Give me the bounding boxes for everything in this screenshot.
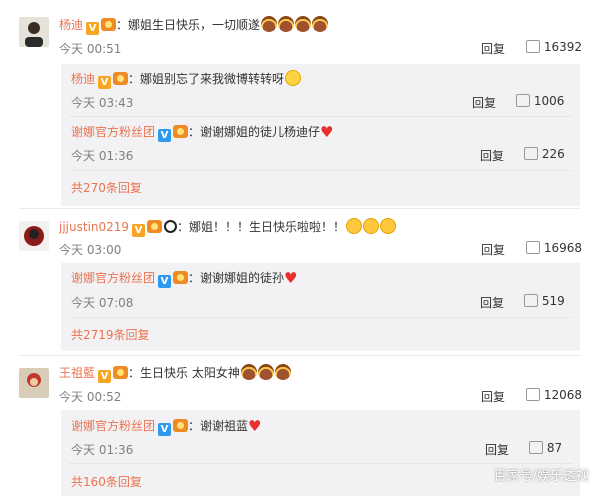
avatar-image xyxy=(19,17,49,47)
like-count: 16968 xyxy=(543,241,583,255)
like-count: 87 xyxy=(546,441,563,455)
comment-time: 今天 00:52 xyxy=(59,390,122,404)
reply-button[interactable]: 回复 xyxy=(480,294,504,311)
reply-button[interactable]: 回复 xyxy=(485,441,509,458)
like-count: 519 xyxy=(541,294,565,308)
member-badge-icon xyxy=(173,271,189,284)
avatar[interactable] xyxy=(19,221,49,251)
user-name-link[interactable]: 谢娜官方粉丝团 xyxy=(71,271,155,285)
reply-button[interactable]: 回复 xyxy=(472,94,496,111)
reply-time: 今天 07:08 xyxy=(71,296,134,310)
verified-badge-icon: V xyxy=(98,370,112,383)
reply-button[interactable]: 回复 xyxy=(481,241,505,258)
verified-badge-icon: V xyxy=(158,275,172,288)
reply-time: 今天 01:36 xyxy=(71,149,134,163)
member-badge-icon xyxy=(147,220,163,233)
user-name-link[interactable]: 王祖藍 xyxy=(59,366,95,380)
like-count: 226 xyxy=(541,147,565,161)
shy-emoji-icon xyxy=(346,218,363,234)
divider xyxy=(19,355,580,356)
comment-text: ：娜姐！！！生日快乐啦啦！！ xyxy=(177,220,346,234)
divider xyxy=(69,317,572,318)
reply-button[interactable]: 回复 xyxy=(480,147,504,164)
avatar-image xyxy=(19,368,49,398)
reply-text: ：谢谢祖蓝 xyxy=(188,419,249,433)
more-replies-link[interactable]: 共2719条回复 xyxy=(71,326,150,343)
verified-badge-icon: V xyxy=(86,22,100,35)
comment-time: 今天 03:00 xyxy=(59,243,122,257)
more-replies-link[interactable]: 共270条回复 xyxy=(71,179,142,196)
like-count: 1006 xyxy=(533,94,565,108)
thumbs-up-icon xyxy=(526,388,540,401)
more-replies-link[interactable]: 共160条回复 xyxy=(71,473,142,490)
grin-emoji-icon xyxy=(285,70,302,86)
comment-text: ：生日快乐 太阳女神 xyxy=(128,366,240,380)
user-name-link[interactable]: 杨迪 xyxy=(71,72,95,86)
shy-emoji-icon xyxy=(363,218,380,234)
member-badge-icon xyxy=(101,18,117,31)
cake-emoji-icon xyxy=(312,16,329,32)
reply-text: ：娜姐别忘了来我微博转转呀 xyxy=(128,72,285,86)
like-button[interactable]: 16392 xyxy=(526,40,582,54)
member-badge-icon xyxy=(173,125,189,138)
user-name-link[interactable]: 谢娜官方粉丝团 xyxy=(71,419,155,433)
like-count: 12068 xyxy=(543,388,583,402)
avatar[interactable] xyxy=(19,17,49,47)
like-button[interactable]: 16968 xyxy=(526,241,582,255)
user-name-link[interactable]: 谢娜官方粉丝团 xyxy=(71,125,155,139)
reply-button[interactable]: 回复 xyxy=(481,388,505,405)
like-button[interactable]: 87 xyxy=(529,441,562,455)
comment-time: 今天 00:51 xyxy=(59,42,122,56)
thumbs-up-icon xyxy=(524,147,538,160)
reply-panel: 谢娜官方粉丝团 V ：谢谢娜姐的徒孙♥ 今天 07:08 回复 519 共2719条… xyxy=(61,263,580,351)
avatar-image xyxy=(19,221,49,251)
member-badge-icon xyxy=(173,419,189,432)
thumbs-up-icon xyxy=(529,441,543,454)
thumbs-up-icon xyxy=(516,94,530,107)
heart-emoji-icon: ♥ xyxy=(284,269,298,287)
heart-emoji-icon: ♥ xyxy=(248,417,262,435)
reply-text: ：谢谢娜姐的徒儿杨迪仔 xyxy=(188,125,321,139)
reply-panel: 杨迪 V ：娜姐别忘了来我微博转转呀 今天 03:43 回复 1006 谢娜官方粉丝… xyxy=(61,64,580,206)
like-button[interactable]: 226 xyxy=(524,147,565,161)
cake-emoji-icon xyxy=(274,364,291,380)
member-badge-icon xyxy=(113,72,129,85)
reply-text: ：谢谢娜姐的徒孙 xyxy=(188,271,285,285)
reply-button[interactable]: 回复 xyxy=(481,40,505,57)
verified-badge-icon: V xyxy=(158,129,172,142)
like-button[interactable]: 1006 xyxy=(516,94,564,108)
verified-badge-icon: V xyxy=(158,423,172,436)
watermark: 百家号/娱乐透视 xyxy=(493,469,589,484)
divider xyxy=(69,116,572,117)
cake-emoji-icon xyxy=(257,364,274,380)
reply-time: 今天 03:43 xyxy=(71,96,134,110)
verified-badge-icon: V xyxy=(132,224,146,237)
user-name-link[interactable]: 杨迪 xyxy=(59,18,83,32)
thumbs-up-icon xyxy=(526,241,540,254)
divider xyxy=(69,463,572,464)
comment-text: ：娜姐生日快乐，一切顺遂 xyxy=(116,18,261,32)
shy-emoji-icon xyxy=(380,218,397,234)
like-count: 16392 xyxy=(543,40,583,54)
divider xyxy=(69,170,572,171)
heart-emoji-icon: ♥ xyxy=(320,123,334,141)
thumbs-up-icon xyxy=(526,40,540,53)
cake-emoji-icon xyxy=(261,16,278,32)
reply-time: 今天 01:36 xyxy=(71,443,134,457)
like-button[interactable]: 519 xyxy=(524,294,565,308)
verified-badge-icon: V xyxy=(98,76,112,89)
cake-emoji-icon xyxy=(278,16,295,32)
cake-emoji-icon xyxy=(240,364,257,380)
user-name-link[interactable]: jjjustin0219 xyxy=(59,220,129,234)
divider xyxy=(19,208,580,209)
cake-emoji-icon xyxy=(295,16,312,32)
avatar[interactable] xyxy=(19,368,49,398)
like-button[interactable]: 12068 xyxy=(526,388,582,402)
member-badge-icon xyxy=(113,366,129,379)
thumbs-up-icon xyxy=(524,294,538,307)
panda-badge-icon xyxy=(164,220,178,233)
